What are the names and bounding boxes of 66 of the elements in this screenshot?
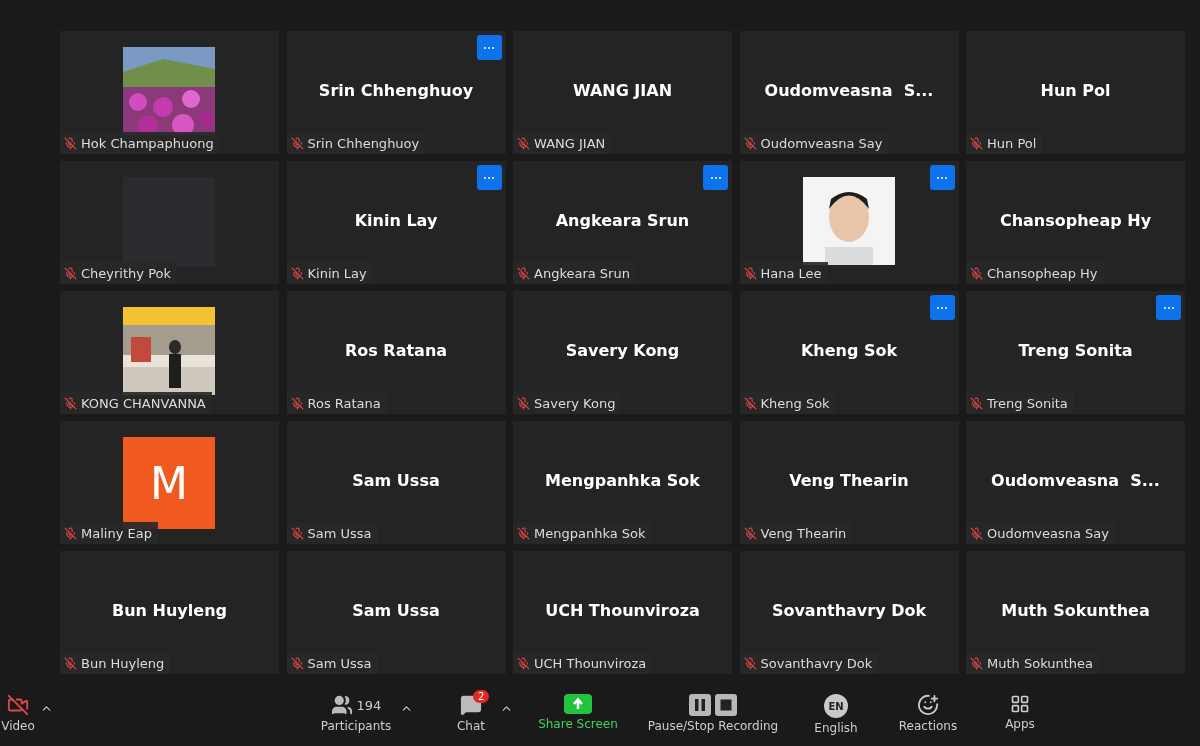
name-text: Oudomveasna Say (760, 135, 883, 151)
name-text: Muth Sokunthea (987, 655, 1094, 671)
more-button[interactable] (476, 165, 502, 190)
name-text: Hok Champaphuong (81, 135, 214, 151)
stop-icon (715, 694, 737, 716)
speech-bubble-icon (460, 694, 482, 716)
participant-name: Kheng Sok (800, 341, 898, 360)
participant-name: WANG JIAN (572, 81, 673, 100)
apps-button[interactable]: Apps (992, 690, 1048, 731)
more-button[interactable] (929, 295, 955, 320)
participant-name: Angkeara Srun (555, 211, 690, 230)
share-screen-button[interactable]: Share Screen (534, 690, 622, 731)
reactions-button[interactable]: Reactions (888, 690, 968, 733)
participant-name: Sovanthavry Dok (771, 601, 927, 620)
name-text: Mengpanhka Sok (534, 525, 646, 541)
name-text: Kinin Lay (307, 265, 367, 281)
name-text: Sam Ussa (307, 525, 372, 541)
name-text: UCH Thounviroza (534, 655, 647, 671)
name-text: Chansopheap Hy (987, 265, 1098, 281)
participant-name: Bun Huyleng (112, 601, 227, 620)
recording-button[interactable]: Pause/Stop Recording (638, 690, 788, 733)
participant-name: UCH Thounviroza (545, 601, 700, 620)
participant-name: Mengpanhka Sok (545, 471, 700, 490)
participant-name: Ros Ratana (344, 341, 448, 360)
participant-name: Srin Chhenghuoy (318, 81, 474, 100)
more-button[interactable] (929, 165, 955, 190)
name-text: Ros Ratana (307, 395, 381, 411)
participant-name: Sam Ussa (352, 471, 440, 490)
language-button[interactable]: EN English (798, 690, 874, 735)
name-text: Savery Kong (534, 395, 616, 411)
chat-button[interactable]: 2 Chat (446, 690, 496, 733)
participant-name: Veng Thearin (789, 471, 909, 490)
more-button[interactable] (476, 35, 502, 60)
name-text: Angkeara Srun (534, 265, 630, 281)
name-text: Srin Chhenghuoy (307, 135, 420, 151)
share-screen-icon (564, 694, 592, 714)
name-text: Hana Lee (760, 265, 822, 281)
participant-name: Oudomveasna S... (764, 81, 934, 100)
participant-name: Kinin Lay (354, 211, 438, 230)
participant-name: Muth Sokunthea (1001, 601, 1150, 620)
participants-button[interactable]: 194 Participants (316, 690, 396, 733)
language-code: EN (824, 694, 848, 718)
name-text: Sam Ussa (307, 655, 372, 671)
name-text: Hun Pol (987, 135, 1037, 151)
name-text: KONG CHANVANNA (81, 395, 206, 411)
participant-name: Hun Pol (1040, 81, 1111, 100)
pause-icon (689, 694, 711, 716)
participant-name: Sam Ussa (352, 601, 440, 620)
smiley-plus-icon (917, 694, 939, 716)
name-text: Oudomveasna Say (987, 525, 1110, 541)
apps-icon (1010, 694, 1030, 714)
letter-avatar: M (123, 437, 215, 529)
name-text: Kheng Sok (760, 395, 830, 411)
participant-name: Savery Kong (565, 341, 680, 360)
participant-name: Chansopheap Hy (999, 211, 1152, 230)
name-text: WANG JIAN (534, 135, 606, 151)
people-icon (330, 694, 353, 716)
name-text: Treng Sonita (987, 395, 1068, 411)
name-text: Sovanthavry Dok (760, 655, 873, 671)
participant-name: Treng Sonita (1018, 341, 1133, 360)
name-text: Veng Thearin (760, 525, 847, 541)
name-text: Cheyrithy Pok (81, 265, 171, 281)
participant-name: Oudomveasna S... (991, 471, 1160, 490)
name-text: Bun Huyleng (81, 655, 165, 671)
unread-badge: 2 (473, 690, 490, 703)
video-button[interactable]: Video (0, 690, 36, 733)
